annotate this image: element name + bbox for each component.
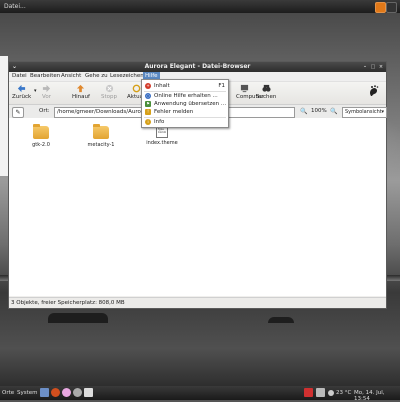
zoom-in-icon[interactable]: 🔍 [330,108,337,115]
back-history-chevron-icon[interactable]: ▾ [34,88,37,94]
chevron-down-icon: ▾ [381,109,384,115]
file-item-metacity[interactable]: metacity-1 [81,124,121,148]
menu-gehe-zu[interactable]: Gehe zu [85,73,108,79]
bottom-panel: Orte System 23 °C Mo, 14. Jul, 13:54 [0,386,400,402]
home-folder-launcher-icon[interactable] [40,388,49,397]
terminal-launcher-icon[interactable] [84,388,93,397]
folder-icon [93,124,109,139]
volume-icon[interactable] [316,388,325,397]
window-title: Aurora Elegant - Datei-Browser [144,63,251,70]
minimize-icon[interactable]: – [362,64,368,70]
computer-button[interactable]: Computer [231,84,263,100]
places-menu[interactable]: Orte [2,390,14,396]
bug-icon: ! [145,109,151,115]
toggle-path-edit-button[interactable]: ✎ [12,107,24,118]
left-sidebar-edge [0,56,8,176]
zoom-out-icon[interactable]: 🔍 [300,108,307,115]
reload-icon [132,84,141,93]
help-menu-item-contents[interactable]: + Inhalt F1 [142,82,228,91]
zoom-level: 100% [311,108,327,114]
status-bar: 3 Objekte, freier Speicherplatz: 808,0 M… [9,297,386,308]
clock[interactable]: Mo, 14. Jul, 13:54 [354,390,400,402]
top-panel: Datei... [0,0,400,13]
firefox-launcher-icon[interactable] [51,388,60,397]
arrow-up-icon [77,84,85,93]
search-button[interactable]: Suchen [256,84,276,100]
taskbar-window-button[interactable]: Datei... [4,3,26,10]
workspace-switcher-icon[interactable] [386,2,397,13]
menu-ansicht[interactable]: Ansicht [61,73,81,79]
location-label: Ort: [39,108,50,114]
back-button[interactable]: Zurück [12,84,31,100]
lifebuoy-icon: + [145,83,151,89]
gnome-foot-logo-icon [368,85,380,100]
binoculars-icon [262,84,271,92]
help-menu-dropdown: + Inhalt F1 ○ Online Hilfe erhalten ... … [141,79,229,128]
stop-button[interactable]: Stopp [101,84,117,100]
help-menu-item-info[interactable]: i Info [142,118,228,127]
window-titlebar[interactable]: ⌄ Aurora Elegant - Datei-Browser – □ × [9,62,386,72]
file-view-area[interactable]: gtk-2.0 metacity-1 Name Type Comm index.… [9,118,386,296]
computer-icon [241,84,249,93]
flag-icon: ⚑ [145,101,151,107]
view-mode-select[interactable]: Symbolansicht ▾ [342,107,387,118]
temperature-readout[interactable]: 23 °C [336,390,351,396]
folder-icon [33,124,49,139]
forward-button[interactable]: Vor [42,84,51,100]
file-item-gtk[interactable]: gtk-2.0 [21,124,61,148]
globe-icon: ○ [145,93,151,99]
menu-bearbeiten[interactable]: Bearbeiten [30,73,60,79]
window-menu-icon[interactable]: ⌄ [12,62,17,72]
desktop-island [268,317,294,323]
menu-datei[interactable]: Datei [12,73,27,79]
stop-icon [105,84,113,93]
info-icon: i [145,119,151,125]
maximize-icon[interactable]: □ [370,64,376,70]
arrow-left-icon [18,84,26,93]
arrow-right-icon [42,84,51,93]
system-menu[interactable]: System [17,390,38,396]
mail-notification-icon[interactable] [304,388,313,397]
weather-icon [328,390,334,396]
music-player-launcher-icon[interactable] [73,388,82,397]
desktop-island [48,313,108,323]
close-icon[interactable]: × [378,64,384,70]
pidgin-launcher-icon[interactable] [62,388,71,397]
menu-lesezeichen[interactable]: Lesezeichen [110,73,144,79]
update-notifier-icon[interactable] [375,2,386,13]
help-menu-item-report-bug[interactable]: ! Fehler melden [142,108,228,117]
up-button[interactable]: Hinauf [72,84,90,100]
